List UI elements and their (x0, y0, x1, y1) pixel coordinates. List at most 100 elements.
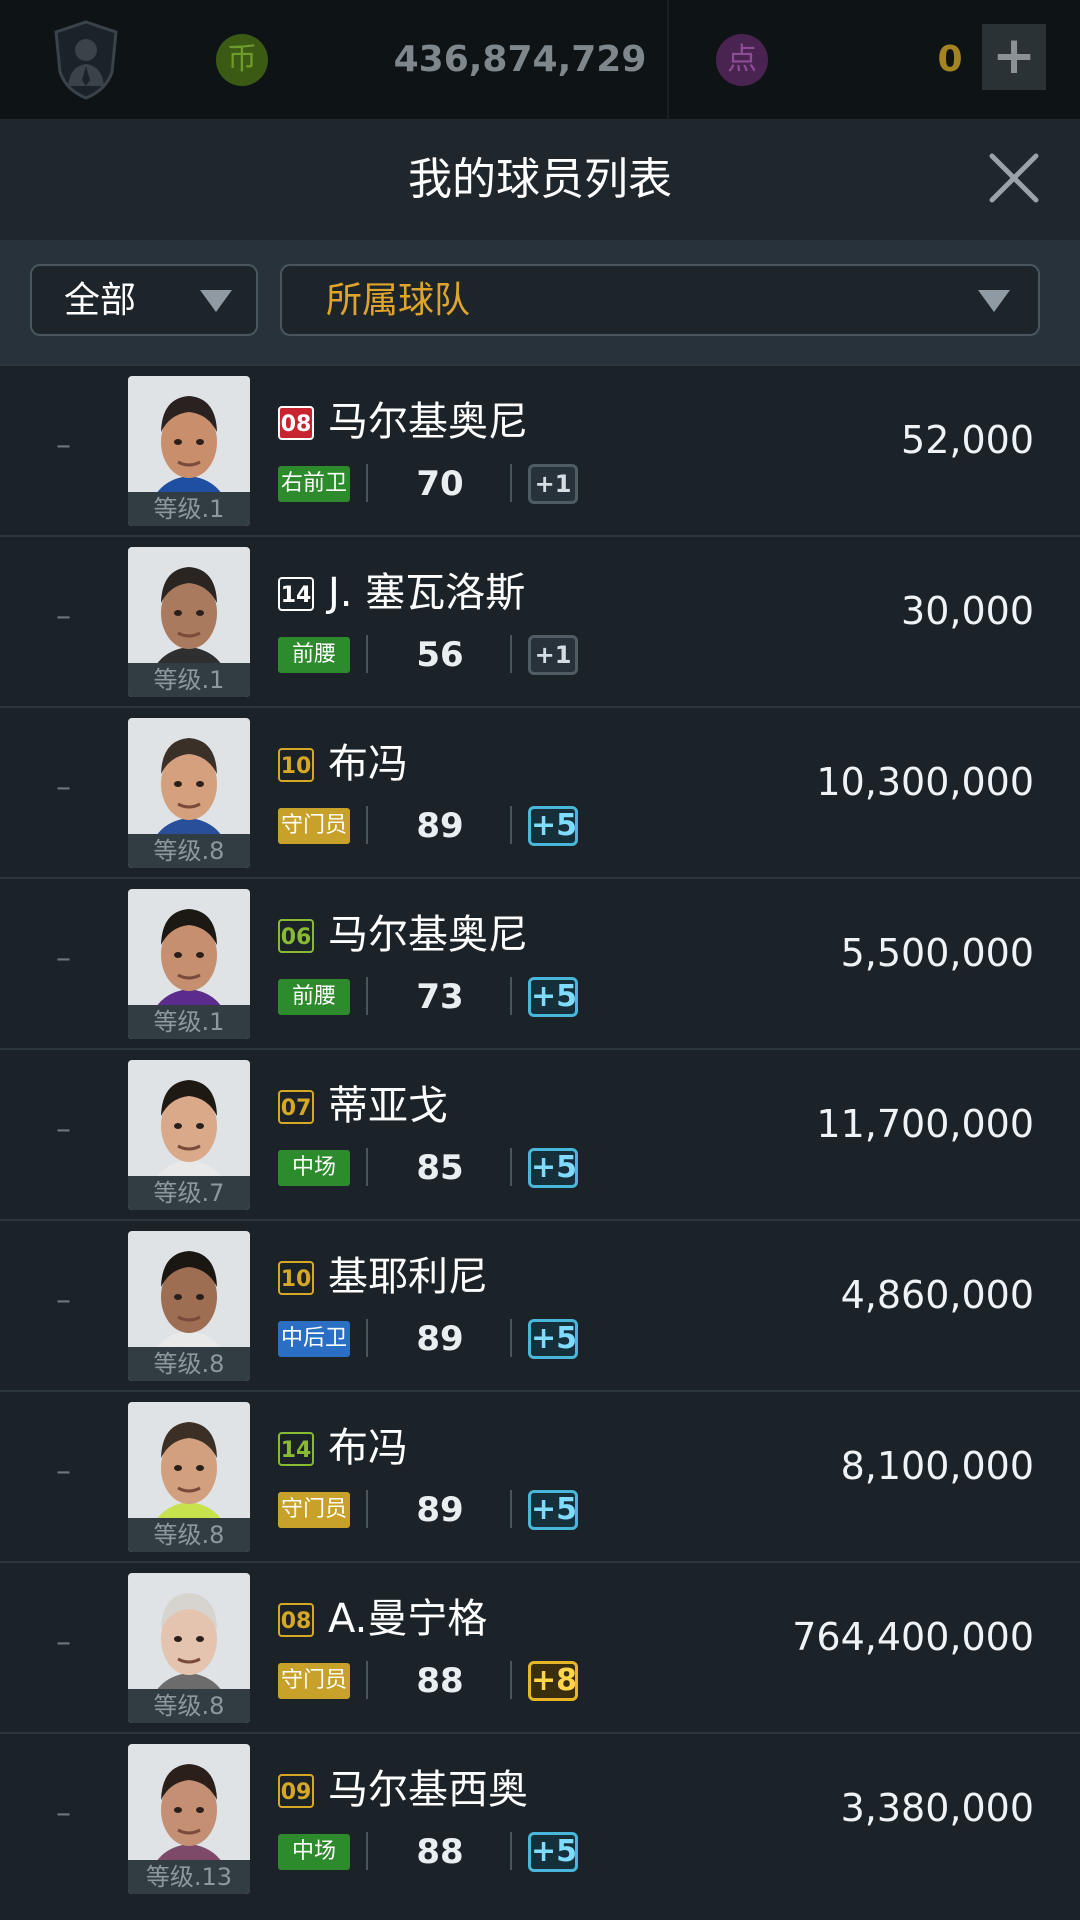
player-portrait[interactable]: 等级.1 (128, 547, 250, 697)
row-dash: – (56, 941, 71, 976)
player-row[interactable]: – 等级.8 10 基耶利尼 中后卫 89 +5 4,860,000 (0, 1219, 1080, 1390)
player-portrait[interactable]: 等级.13 (128, 1744, 250, 1894)
row-separator (366, 977, 368, 1015)
title-bar: 我的球员列表 (0, 120, 1080, 240)
upgrade-level-badge: +5 (528, 1832, 578, 1872)
player-portrait[interactable]: 等级.8 (128, 1402, 250, 1552)
close-icon (989, 153, 1039, 203)
player-name: J. 塞瓦洛斯 (328, 570, 526, 616)
player-name: 基耶利尼 (328, 1254, 488, 1300)
player-rating: 56 (416, 635, 464, 675)
row-separator (510, 806, 512, 844)
row-dash: – (56, 1454, 71, 1489)
filter-team-label: 所属球队 (326, 280, 471, 321)
upgrade-level-badge: +5 (528, 977, 578, 1017)
row-separator (366, 806, 368, 844)
player-row[interactable]: – 等级.7 07 蒂亚戈 中场 85 +5 11,700,000 (0, 1048, 1080, 1219)
position-badge: 右前卫 (278, 466, 350, 502)
player-value: 8,100,000 (840, 1444, 1034, 1488)
position-badge: 守门员 (278, 808, 350, 844)
player-value: 52,000 (901, 418, 1034, 462)
player-rating: 89 (416, 806, 464, 846)
row-separator (366, 1148, 368, 1186)
player-row[interactable]: – 等级.1 14 J. 塞瓦洛斯 前腰 56 +1 30,000 (0, 535, 1080, 706)
upgrade-level-badge: +1 (528, 635, 578, 675)
player-value: 10,300,000 (816, 760, 1034, 804)
row-separator (510, 1319, 512, 1357)
row-dash: – (56, 1625, 71, 1660)
player-level: 等级.8 (128, 1689, 250, 1723)
player-portrait[interactable]: 等级.8 (128, 1573, 250, 1723)
coin-label: 币 (227, 42, 257, 77)
player-portrait[interactable]: 等级.1 (128, 376, 250, 526)
point-amount: 0 (937, 39, 963, 80)
player-rating: 89 (416, 1490, 464, 1530)
player-name: 马尔基奥尼 (328, 399, 528, 445)
top-status-bar: 币 436,874,729 点 0 + (0, 0, 1080, 120)
player-portrait[interactable]: 等级.8 (128, 1231, 250, 1381)
point-label: 点 (727, 42, 757, 77)
player-level: 等级.8 (128, 834, 250, 868)
upgrade-level-badge: +5 (528, 1319, 578, 1359)
upgrade-level-badge: +5 (528, 806, 578, 846)
player-portrait[interactable]: 等级.1 (128, 889, 250, 1039)
player-value: 3,380,000 (840, 1786, 1034, 1830)
position-badge: 中场 (278, 1834, 350, 1870)
player-list: – 等级.1 08 马尔基奥尼 右前卫 70 +1 52,000– 等级.1 14 J. 塞瓦洛斯前… (0, 364, 1080, 1920)
player-level: 等级.1 (128, 1005, 250, 1039)
player-value: 30,000 (901, 589, 1034, 633)
player-name: A.曼宁格 (328, 1596, 488, 1642)
player-portrait[interactable]: 等级.8 (128, 718, 250, 868)
row-dash: – (56, 428, 71, 463)
close-button[interactable] (984, 148, 1044, 208)
player-level: 等级.8 (128, 1347, 250, 1381)
filter-all-dropdown[interactable]: 全部 (30, 264, 258, 336)
player-level: 等级.1 (128, 663, 250, 697)
player-portrait[interactable]: 等级.7 (128, 1060, 250, 1210)
jersey-number-badge: 10 (278, 1261, 314, 1295)
player-rating: 70 (416, 464, 464, 504)
position-badge: 守门员 (278, 1492, 350, 1528)
player-row[interactable]: – 等级.8 14 布冯 守门员 89 +5 8,100,000 (0, 1390, 1080, 1561)
manager-avatar-icon[interactable] (52, 20, 120, 100)
player-row[interactable]: – 等级.1 08 马尔基奥尼 右前卫 70 +1 52,000 (0, 364, 1080, 535)
upgrade-level-badge: +5 (528, 1148, 578, 1188)
row-dash: – (56, 599, 71, 634)
chevron-down-icon (200, 290, 232, 312)
player-level: 等级.7 (128, 1176, 250, 1210)
add-points-button[interactable]: + (982, 24, 1046, 90)
player-rating: 88 (416, 1832, 464, 1872)
player-row[interactable]: – 等级.8 08 A.曼宁格 守门员 88 +8 764,400,000 (0, 1561, 1080, 1732)
row-separator (366, 1661, 368, 1699)
player-row[interactable]: – 等级.8 10 布冯 守门员 89 +5 10,300,000 (0, 706, 1080, 877)
point-icon: 点 (716, 34, 768, 86)
row-separator (510, 977, 512, 1015)
jersey-number-badge: 09 (278, 1774, 314, 1808)
row-separator (510, 635, 512, 673)
player-row[interactable]: – 等级.1 06 马尔基奥尼 前腰 73 +5 5,500,000 (0, 877, 1080, 1048)
position-badge: 守门员 (278, 1663, 350, 1699)
row-separator (366, 635, 368, 673)
page-title: 我的球员列表 (408, 154, 672, 205)
chevron-down-icon (978, 290, 1010, 312)
filter-all-label: 全部 (64, 280, 137, 321)
row-separator (366, 464, 368, 502)
player-name: 马尔基西奥 (328, 1767, 528, 1813)
jersey-number-badge: 08 (278, 1603, 314, 1637)
player-value: 4,860,000 (840, 1273, 1034, 1317)
player-row[interactable]: – 等级.13 09 马尔基西奥 中场 88 +5 3,380,000 (0, 1732, 1080, 1903)
player-name: 布冯 (328, 1425, 408, 1471)
topbar-divider (667, 0, 669, 120)
player-level: 等级.1 (128, 492, 250, 526)
player-name: 马尔基奥尼 (328, 912, 528, 958)
row-dash: – (56, 770, 71, 805)
player-level: 等级.13 (128, 1860, 250, 1894)
row-separator (510, 1661, 512, 1699)
player-value: 764,400,000 (792, 1615, 1034, 1659)
jersey-number-badge: 07 (278, 1090, 314, 1124)
upgrade-level-badge: +5 (528, 1490, 578, 1530)
row-separator (366, 1490, 368, 1528)
jersey-number-badge: 10 (278, 748, 314, 782)
player-level: 等级.8 (128, 1518, 250, 1552)
filter-team-dropdown[interactable]: 所属球队 (280, 264, 1040, 336)
